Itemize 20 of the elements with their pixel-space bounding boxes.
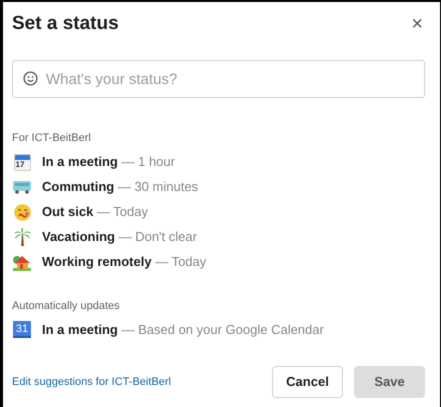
section-heading: Automatically updates xyxy=(12,298,121,314)
status-input-field[interactable]: What's your status? xyxy=(12,60,425,98)
close-button[interactable]: × xyxy=(411,14,423,34)
palm-tree-icon xyxy=(14,228,30,246)
status-option[interactable]: Out sick — Today xyxy=(42,202,148,222)
status-option[interactable]: Vacationing — Don't clear xyxy=(42,227,197,247)
status-option[interactable]: Working remotely — Today xyxy=(42,252,206,272)
calendar-icon: 31 xyxy=(13,321,31,338)
status-option[interactable]: In a meeting — 1 hour xyxy=(42,152,175,172)
house-icon xyxy=(13,254,31,270)
sick-face-icon xyxy=(14,204,30,220)
section-heading: For ICT-BeitBerl xyxy=(12,131,92,146)
dialog-title: Set a status xyxy=(12,12,119,36)
cancel-button[interactable]: Cancel xyxy=(272,366,343,398)
status-option[interactable]: In a meeting — Based on your Google Calendar xyxy=(42,320,324,340)
bus-icon xyxy=(13,180,31,194)
calendar-icon: 17 xyxy=(14,154,30,170)
status-option[interactable]: Commuting — 30 minutes xyxy=(42,177,198,197)
edit-suggestions-link[interactable]: Edit suggestions for ICT-BeitBerl xyxy=(12,374,171,390)
smiley-icon xyxy=(23,71,38,86)
